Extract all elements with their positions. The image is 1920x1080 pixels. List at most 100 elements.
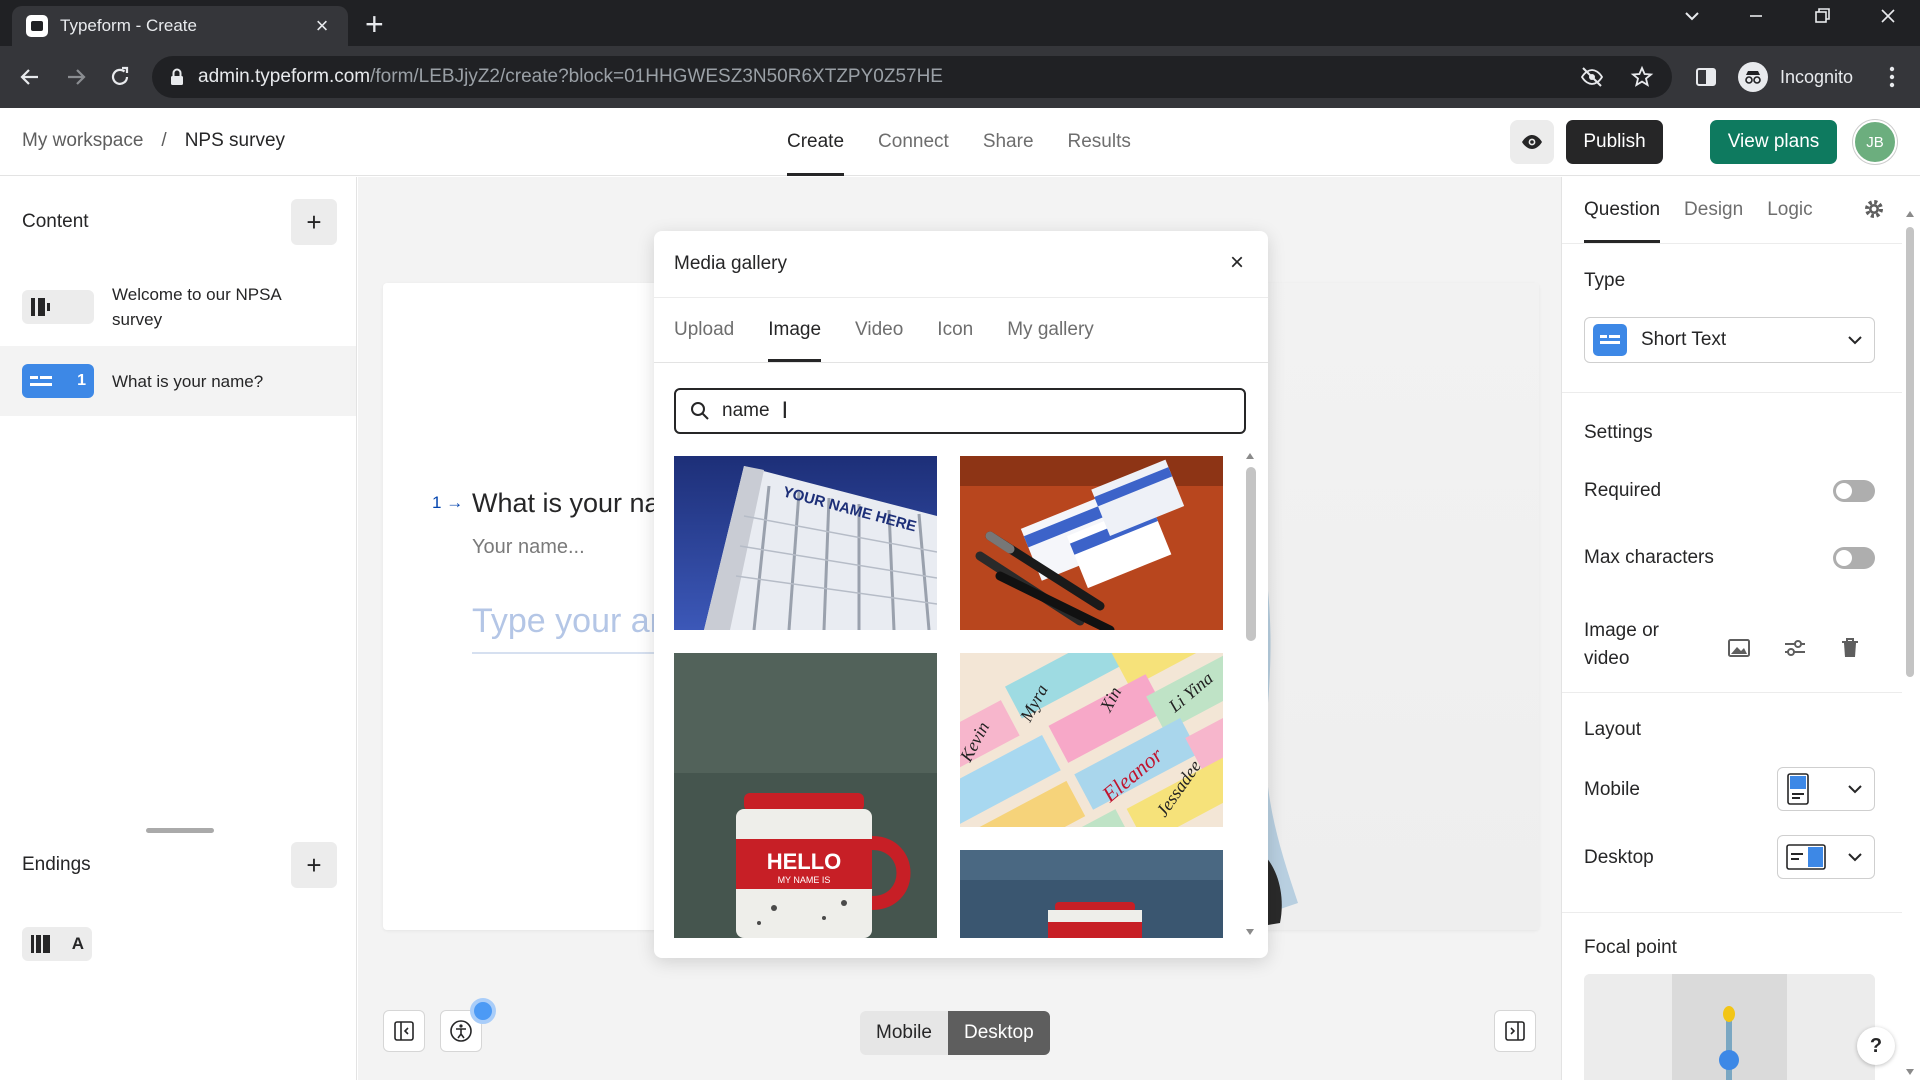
- new-tab-icon[interactable]: +: [365, 8, 384, 40]
- max-characters-toggle[interactable]: [1833, 547, 1875, 569]
- minimize-icon[interactable]: [1746, 6, 1766, 26]
- question-description[interactable]: Your name...: [472, 536, 585, 559]
- content-title: Content: [22, 211, 89, 232]
- divider: [1562, 243, 1902, 244]
- breadcrumb-workspace[interactable]: My workspace: [22, 130, 143, 152]
- image-result-building[interactable]: YOUR NAME HERE: [674, 456, 937, 630]
- eye-icon: [1520, 130, 1544, 154]
- add-ending-button[interactable]: +: [291, 842, 337, 888]
- url-bar[interactable]: admin.typeform.com/form/LEBJjyZ2/create?…: [152, 56, 1672, 98]
- sidebar-item-question-1[interactable]: 1 What is your name?: [0, 346, 356, 416]
- add-content-button[interactable]: +: [291, 199, 337, 245]
- reload-icon[interactable]: [104, 61, 136, 93]
- image-result-name-tags[interactable]: [960, 456, 1223, 630]
- publish-button[interactable]: Publish: [1566, 120, 1663, 164]
- view-mobile-button[interactable]: Mobile: [860, 1011, 948, 1055]
- main-nav: Create Connect Share Results: [787, 108, 1131, 176]
- trash-icon[interactable]: [1836, 634, 1864, 662]
- layout-mobile-label: Mobile: [1584, 779, 1640, 800]
- sidebar-item-ending-a[interactable]: A: [0, 922, 356, 966]
- divider: [1562, 392, 1902, 393]
- tab-close-icon[interactable]: ×: [310, 13, 334, 39]
- mug-subtext: MY NAME IS: [778, 875, 831, 885]
- adjust-icon[interactable]: [1781, 634, 1809, 662]
- tab-create[interactable]: Create: [787, 108, 845, 176]
- image-result-hello-mug-2[interactable]: [960, 850, 1223, 938]
- question-title[interactable]: What is your na: [472, 488, 660, 519]
- settings-scrollbar-thumb[interactable]: [1906, 227, 1914, 677]
- device-view-toggle: Mobile Desktop: [860, 1011, 1050, 1055]
- divider: [1562, 692, 1902, 693]
- url-host: admin.typeform.com: [198, 66, 371, 87]
- text-cursor-icon: I: [781, 397, 789, 424]
- close-window-icon[interactable]: [1878, 6, 1898, 26]
- notification-dot[interactable]: [470, 998, 496, 1024]
- tab-icon[interactable]: Icon: [937, 298, 973, 362]
- tab-share[interactable]: Share: [983, 108, 1034, 176]
- resize-handle[interactable]: [146, 828, 214, 833]
- image-or-video-label: Image or video: [1584, 620, 1659, 669]
- chevron-down-icon: [1846, 780, 1864, 798]
- content-sidebar: Content + Welcome to our NPSA survey 1 W…: [0, 177, 357, 1080]
- image-result-names-collage[interactable]: Kevin Myra Eleanor Li Yina Jessadee Xin: [960, 653, 1223, 827]
- focal-point-preview[interactable]: [1584, 974, 1875, 1080]
- layout-mobile-icon: [1786, 773, 1810, 805]
- browser-menu-icon[interactable]: [1876, 61, 1908, 93]
- help-button[interactable]: ?: [1857, 1027, 1895, 1065]
- sidebar-item-welcome[interactable]: Welcome to our NPSA survey: [0, 282, 356, 332]
- sidebar-item-label: What is your name?: [112, 371, 264, 391]
- tab-my-gallery[interactable]: My gallery: [1007, 298, 1094, 362]
- app-header: My workspace / NPS survey Create Connect…: [0, 108, 1920, 176]
- preview-button[interactable]: [1510, 120, 1554, 164]
- mobile-layout-select[interactable]: [1777, 767, 1875, 811]
- tab-video[interactable]: Video: [855, 298, 903, 362]
- chevron-down-icon: [1846, 331, 1864, 349]
- view-plans-button[interactable]: View plans: [1710, 120, 1837, 164]
- search-input[interactable]: name I: [674, 388, 1246, 434]
- avatar[interactable]: JB: [1853, 120, 1897, 164]
- tab-image[interactable]: Image: [768, 298, 822, 362]
- welcome-screen-icon: [22, 290, 94, 324]
- tab-logic[interactable]: Logic: [1767, 177, 1812, 243]
- required-toggle[interactable]: [1833, 480, 1875, 502]
- tab-connect[interactable]: Connect: [878, 108, 949, 176]
- collapse-right-panel-button[interactable]: [1494, 1010, 1536, 1052]
- image-icon[interactable]: [1725, 634, 1753, 662]
- typeform-favicon-icon: [26, 15, 48, 37]
- browser-tab[interactable]: Typeform - Create ×: [12, 6, 348, 46]
- incognito-label: Incognito: [1780, 66, 1854, 87]
- tab-design[interactable]: Design: [1684, 177, 1743, 243]
- short-text-chip: 1: [22, 364, 94, 398]
- ending-letter: A: [71, 934, 84, 953]
- tab-results[interactable]: Results: [1068, 108, 1131, 176]
- breadcrumb-separator: /: [161, 130, 167, 151]
- arrow-right-icon: →: [446, 493, 464, 512]
- incognito-badge[interactable]: Incognito: [1738, 62, 1853, 92]
- breadcrumb-form[interactable]: NPS survey: [185, 130, 285, 152]
- focal-point-heading: Focal point: [1584, 937, 1677, 958]
- bookmark-star-icon[interactable]: [1630, 65, 1654, 89]
- restore-icon[interactable]: [1812, 6, 1832, 26]
- eye-off-icon[interactable]: [1580, 65, 1604, 89]
- media-gallery-modal: Media gallery × Upload Image Video Icon …: [654, 231, 1268, 958]
- view-desktop-button[interactable]: Desktop: [947, 1011, 1050, 1055]
- type-heading: Type: [1584, 270, 1626, 291]
- question-type-value: Short Text: [1641, 329, 1727, 350]
- collapse-left-panel-button[interactable]: [383, 1010, 425, 1052]
- close-icon[interactable]: ×: [1230, 249, 1244, 277]
- search-icon: [690, 401, 710, 421]
- side-panel-icon[interactable]: [1690, 61, 1722, 93]
- modal-title: Media gallery: [674, 253, 787, 274]
- forward-icon[interactable]: [60, 61, 92, 93]
- tab-question[interactable]: Question: [1584, 177, 1661, 243]
- tab-search-icon[interactable]: [1682, 6, 1702, 26]
- back-icon[interactable]: [14, 61, 46, 93]
- settings-tabs: Question Design Logic: [1584, 177, 1813, 243]
- image-result-hello-mug[interactable]: HELLO MY NAME IS: [674, 653, 937, 938]
- question-type-select[interactable]: Short Text: [1584, 317, 1875, 363]
- desktop-layout-select[interactable]: [1777, 835, 1875, 879]
- incognito-icon: [1738, 62, 1768, 92]
- tab-upload[interactable]: Upload: [674, 298, 734, 362]
- gear-icon[interactable]: [1862, 197, 1886, 221]
- gallery-scrollbar-thumb[interactable]: [1246, 467, 1256, 641]
